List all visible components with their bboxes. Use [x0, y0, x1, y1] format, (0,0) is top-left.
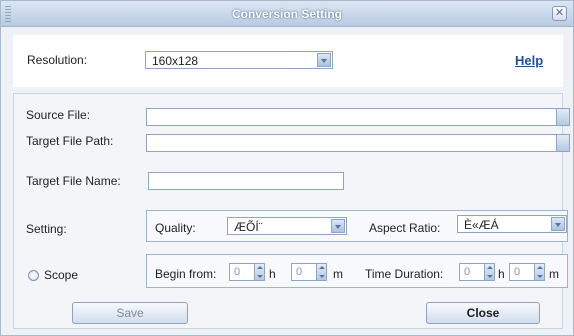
scope-group: Begin from: 0 h 0 m Time Duration: 0 h 0… — [146, 254, 568, 288]
stepper-arrows-icon[interactable] — [316, 264, 326, 280]
stepper-arrows-icon[interactable] — [484, 264, 494, 280]
time-duration-label: Time Duration: — [365, 267, 444, 281]
target-path-label: Target File Path: — [26, 134, 114, 148]
duration-hours-value: 0 — [464, 266, 471, 278]
duration-hours-stepper[interactable]: 0 — [459, 263, 495, 281]
aspect-ratio-dropdown[interactable]: È«ÆÁ — [457, 215, 567, 233]
quality-label: Quality: — [155, 221, 196, 235]
begin-from-label: Begin from: — [155, 267, 217, 281]
setting-label: Setting: — [26, 222, 67, 236]
target-name-label: Target File Name: — [26, 174, 121, 188]
setting-group: Quality: ÆÕÍ¨ Aspect Ratio: È«ÆÁ — [146, 210, 568, 242]
window-title: Conversion Setting — [231, 7, 342, 21]
hours-unit: h — [269, 267, 276, 281]
help-link[interactable]: Help — [515, 53, 543, 68]
target-path-field[interactable] — [146, 134, 570, 152]
conversion-options-panel: Source File: Target File Path: Target Fi… — [13, 93, 570, 329]
source-file-label: Source File: — [26, 108, 91, 122]
begin-minutes-value: 0 — [296, 266, 303, 278]
stepper-arrows-icon[interactable] — [254, 264, 264, 280]
duration-minutes-stepper[interactable]: 0 — [509, 263, 545, 281]
chevron-down-icon[interactable] — [331, 219, 345, 233]
stepper-arrows-icon[interactable] — [534, 264, 544, 280]
target-name-field[interactable] — [148, 172, 344, 190]
aspect-ratio-label: Aspect Ratio: — [369, 221, 441, 235]
chevron-down-icon[interactable] — [551, 217, 565, 231]
minutes-unit: m — [333, 267, 343, 281]
begin-hours-stepper[interactable]: 0 — [229, 263, 265, 281]
resolution-panel: Resolution: 160x128 Help — [13, 35, 563, 87]
duration-hours-unit: h — [498, 267, 505, 281]
resolution-value: 160x128 — [152, 54, 199, 68]
source-browse-button[interactable] — [556, 108, 570, 126]
quality-value: ÆÕÍ¨ — [234, 220, 263, 234]
quality-dropdown[interactable]: ÆÕÍ¨ — [227, 217, 347, 235]
duration-minutes-value: 0 — [514, 266, 521, 278]
title-bar[interactable]: Conversion Setting ✕ — [1, 1, 573, 27]
close-icon[interactable]: ✕ — [552, 6, 567, 21]
scope-radio[interactable] — [28, 270, 39, 281]
resolution-dropdown[interactable]: 160x128 — [145, 51, 333, 69]
close-button[interactable]: Close — [426, 302, 540, 324]
target-path-browse-button[interactable] — [556, 134, 570, 152]
duration-minutes-unit: m — [549, 267, 559, 281]
save-button[interactable]: Save — [72, 302, 188, 324]
scope-label: Scope — [44, 268, 79, 282]
resolution-label: Resolution: — [27, 53, 88, 67]
conversion-setting-dialog: Conversion Setting ✕ Resolution: 160x128… — [0, 0, 574, 336]
begin-minutes-stepper[interactable]: 0 — [291, 263, 327, 281]
begin-hours-value: 0 — [234, 266, 241, 278]
source-file-field[interactable] — [146, 108, 570, 126]
chevron-down-icon[interactable] — [317, 53, 331, 67]
aspect-ratio-value: È«ÆÁ — [464, 218, 499, 232]
